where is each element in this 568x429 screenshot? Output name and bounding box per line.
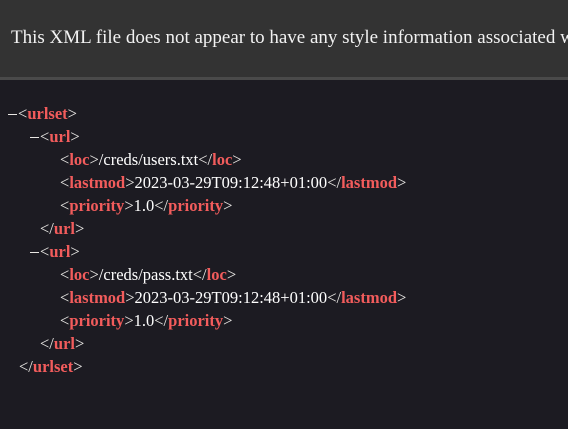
url-close-line: </url> xyxy=(40,334,85,353)
tag-name: priority xyxy=(69,196,125,215)
lastmod-line: <lastmod>2023-03-29T09:12:48+01:00</last… xyxy=(60,173,407,192)
loc-value: /creds/users.txt xyxy=(98,150,199,169)
tag-name: url xyxy=(53,334,75,353)
loc-line: <loc>/creds/pass.txt</loc> xyxy=(60,265,237,284)
xml-document-tree: <urlset> <url> <loc>/creds/users.txt</lo… xyxy=(0,102,568,378)
priority-line: <priority>1.0</priority> xyxy=(60,311,233,330)
url-close-line: </url> xyxy=(40,219,85,238)
url-open-line: <url> xyxy=(0,125,568,148)
tag-name: loc xyxy=(69,265,90,284)
collapse-toggle-icon[interactable] xyxy=(30,251,39,253)
tag-name: url xyxy=(53,219,75,238)
tag-name: priority xyxy=(69,311,125,330)
urlset-close-line: </urlset> xyxy=(19,357,83,376)
lastmod-value: 2023-03-29T09:12:48+01:00 xyxy=(134,288,328,307)
tag-name: url xyxy=(49,127,71,146)
tag-name: loc xyxy=(206,265,227,284)
tag-name: lastmod xyxy=(341,288,397,307)
priority-value: 1.0 xyxy=(133,311,155,330)
loc-line: <loc>/creds/users.txt</loc> xyxy=(60,150,242,169)
tag-name: lastmod xyxy=(69,288,126,307)
urlset-open-line: <urlset> xyxy=(0,102,568,125)
priority-value: 1.0 xyxy=(133,196,155,215)
tag-name: priority xyxy=(168,311,224,330)
tag-name: loc xyxy=(212,150,233,169)
collapse-toggle-icon[interactable] xyxy=(8,113,17,115)
tag-name: lastmod xyxy=(69,173,126,192)
tag-name: lastmod xyxy=(341,173,397,192)
tag-name: url xyxy=(49,242,71,261)
priority-line: <priority>1.0</priority> xyxy=(60,196,233,215)
url-open-line: <url> xyxy=(0,240,568,263)
xml-info-message: This XML file does not appear to have an… xyxy=(11,27,568,48)
tag-name: urlset xyxy=(32,357,74,376)
lastmod-line: <lastmod>2023-03-29T09:12:48+01:00</last… xyxy=(60,288,407,307)
collapse-toggle-icon[interactable] xyxy=(30,136,39,138)
tag-name: loc xyxy=(69,150,90,169)
loc-value: /creds/pass.txt xyxy=(98,265,193,284)
tag-name: urlset xyxy=(27,104,68,123)
tag-name: priority xyxy=(168,196,224,215)
xml-info-bar: This XML file does not appear to have an… xyxy=(0,0,568,80)
lastmod-value: 2023-03-29T09:12:48+01:00 xyxy=(134,173,328,192)
